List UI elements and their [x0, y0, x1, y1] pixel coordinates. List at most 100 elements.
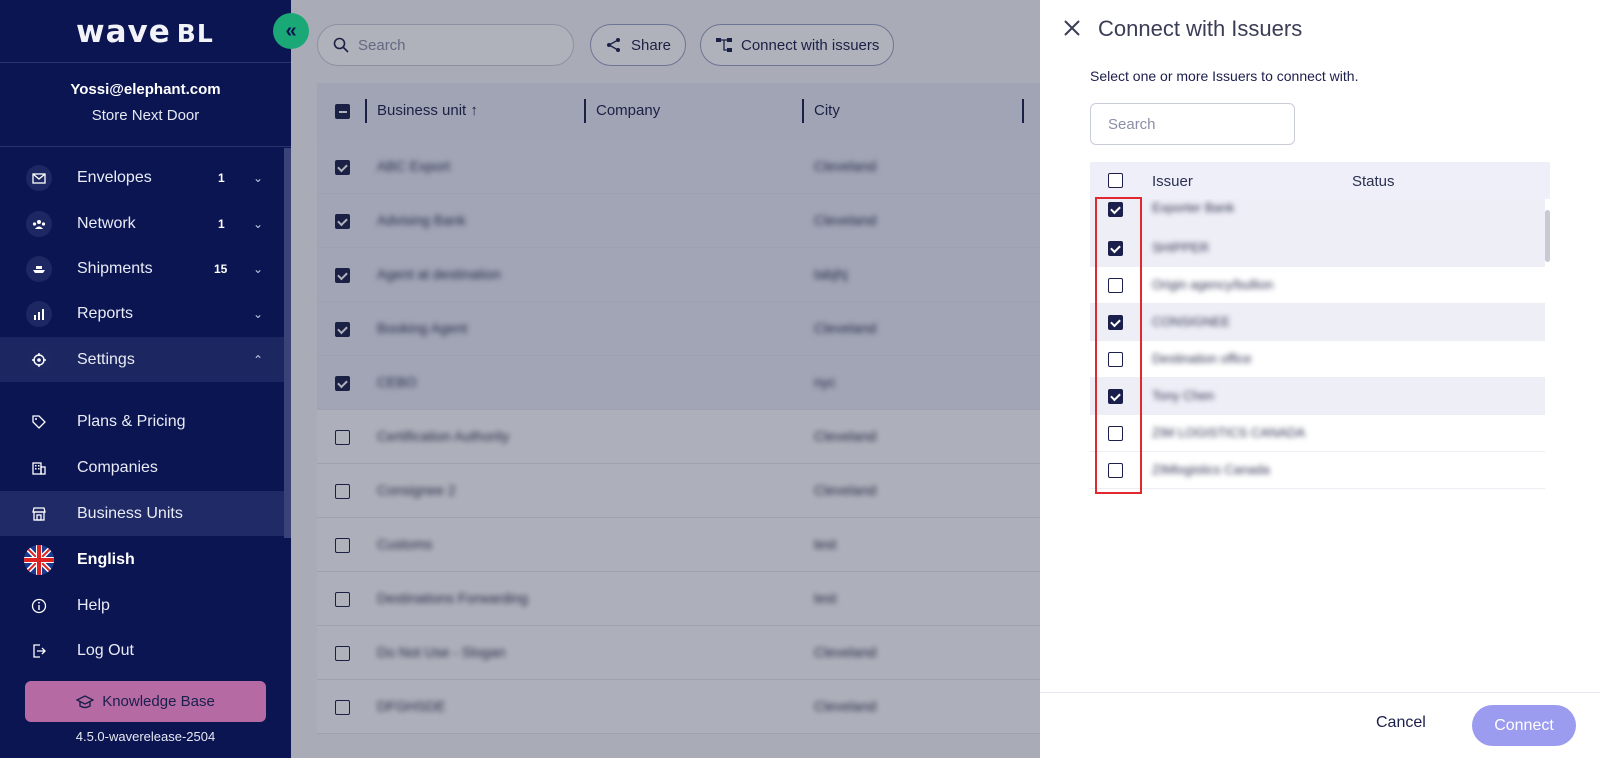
table-row[interactable]: Booking Agent Cleveland	[317, 302, 1040, 356]
row-checkbox[interactable]	[335, 214, 350, 229]
nav-count-badge: 1	[218, 170, 225, 185]
business-unit-cell: Destinations Forwarding	[377, 590, 528, 606]
language-selector[interactable]: English	[0, 537, 284, 582]
issuer-checkbox[interactable]	[1108, 202, 1123, 217]
row-checkbox[interactable]	[335, 430, 350, 445]
nav-item-business-units[interactable]: Business Units	[0, 491, 284, 536]
column-header-company[interactable]: Company	[596, 102, 660, 119]
row-checkbox[interactable]	[335, 538, 350, 553]
connect-button[interactable]: Connect	[1472, 705, 1576, 746]
table-row[interactable]: Destinations Forwarding test	[317, 572, 1040, 626]
nav-item-shipments[interactable]: Shipments 15 ⌄	[0, 246, 284, 291]
table-row[interactable]: CEBO nyc	[317, 356, 1040, 410]
double-chevron-left-icon: «	[285, 19, 297, 42]
nav-label: Network	[77, 214, 136, 232]
table-row[interactable]: Advising Bank Cleveland	[317, 194, 1040, 248]
nav-item-reports[interactable]: Reports ⌄	[0, 291, 284, 336]
column-separator	[584, 99, 586, 123]
chart-icon	[26, 300, 52, 327]
issuer-row[interactable]: Destination office	[1090, 341, 1545, 378]
knowledge-base-label: Knowledge Base	[102, 693, 215, 710]
column-header-issuer: Issuer	[1152, 173, 1193, 190]
nav-item-plans-pricing[interactable]: Plans & Pricing	[0, 399, 284, 444]
city-cell: test	[814, 590, 837, 606]
nav-item-settings[interactable]: Settings ⌃	[0, 337, 284, 382]
column-header-business-unit[interactable]: Business unit ↑	[377, 102, 478, 119]
knowledge-base-button[interactable]: Knowledge Base	[25, 681, 266, 722]
business-unit-cell: Agent at destination	[377, 266, 501, 282]
nav-item-companies[interactable]: Companies	[0, 445, 284, 490]
share-button[interactable]: Share	[590, 24, 687, 66]
cancel-button[interactable]: Cancel	[1376, 714, 1426, 732]
issuer-row[interactable]: ZIMlogistics Canada	[1090, 452, 1545, 489]
issuer-row[interactable]: ZIM LOGISTICS CANADA	[1090, 415, 1545, 452]
nav-item-help[interactable]: Help	[0, 583, 284, 628]
chevron-down-icon[interactable]: ⌄	[253, 171, 263, 185]
collapse-sidebar-button[interactable]: «	[273, 13, 309, 49]
app-logo: wave BL	[76, 14, 214, 50]
row-checkbox[interactable]	[335, 484, 350, 499]
uk-flag-icon	[24, 544, 54, 575]
close-icon[interactable]	[1060, 16, 1084, 40]
nav-item-envelopes[interactable]: Envelopes 1 ⌄	[0, 155, 284, 200]
row-checkbox[interactable]	[335, 160, 350, 175]
main-content: Search Share Connect with issuers Busine…	[291, 0, 1040, 758]
table-row[interactable]: Do Not Use - Slogan Cleveland	[317, 626, 1040, 680]
issuer-search-input[interactable]	[1090, 103, 1295, 145]
table-row[interactable]: Certification Authority Cleveland	[317, 410, 1040, 464]
sidebar-scrollbar[interactable]	[284, 148, 291, 538]
business-unit-cell: Consignee 2	[377, 482, 456, 498]
table-row[interactable]: DFGHSDE Cleveland	[317, 680, 1040, 734]
column-header-city[interactable]: City	[814, 102, 840, 119]
issuer-checkbox[interactable]	[1108, 463, 1123, 478]
row-checkbox[interactable]	[335, 592, 350, 607]
share-icon	[607, 38, 620, 52]
issuer-checkbox[interactable]	[1108, 389, 1123, 404]
row-checkbox[interactable]	[335, 700, 350, 715]
search-input[interactable]: Search	[317, 24, 574, 66]
chevron-up-icon[interactable]: ⌃	[253, 353, 263, 367]
chevron-down-icon[interactable]: ⌄	[253, 262, 263, 276]
connect-issuers-panel: Connect with Issuers Select one or more …	[1040, 0, 1600, 758]
issuer-row[interactable]: Origin agency/bullion	[1090, 267, 1545, 304]
row-checkbox[interactable]	[335, 268, 350, 283]
issuer-checkbox[interactable]	[1108, 278, 1123, 293]
search-icon	[333, 37, 349, 53]
city-cell: Cleveland	[814, 644, 877, 660]
issuer-checkbox[interactable]	[1108, 315, 1123, 330]
issuer-name: Destination office	[1152, 351, 1252, 366]
panel-subtitle: Select one or more Issuers to connect wi…	[1090, 68, 1359, 84]
row-checkbox[interactable]	[335, 376, 350, 391]
issuer-checkbox[interactable]	[1108, 352, 1123, 367]
issuer-checkbox[interactable]	[1108, 241, 1123, 256]
chevron-down-icon[interactable]: ⌄	[253, 217, 263, 231]
nav-label: Settings	[77, 350, 135, 368]
issuer-checkbox[interactable]	[1108, 426, 1123, 441]
hierarchy-icon	[716, 38, 732, 52]
row-checkbox[interactable]	[335, 646, 350, 661]
logout-icon	[26, 638, 52, 664]
table-row[interactable]: Consignee 2 Cleveland	[317, 464, 1040, 518]
nav-item-logout[interactable]: Log Out	[0, 628, 284, 673]
select-all-checkbox[interactable]	[335, 104, 350, 119]
issuer-name: SHIPPER	[1152, 240, 1210, 255]
issuer-row[interactable]: Tony Chen	[1090, 378, 1545, 415]
business-unit-cell: CEBO	[377, 374, 417, 390]
table-row[interactable]: ABC Export Cleveland	[317, 140, 1040, 194]
connect-with-issuers-button[interactable]: Connect with issuers	[700, 24, 895, 66]
table-row[interactable]: Customs test	[317, 518, 1040, 572]
chevron-down-icon[interactable]: ⌄	[253, 307, 263, 321]
city-cell: Cleveland	[814, 428, 877, 444]
table-row[interactable]: Agent at destination tabjhj	[317, 248, 1040, 302]
issuer-table-header: Issuer Status	[1090, 162, 1550, 199]
row-checkbox[interactable]	[335, 322, 350, 337]
issuer-row[interactable]: SHIPPER	[1090, 230, 1545, 267]
select-all-issuers-checkbox[interactable]	[1108, 173, 1123, 188]
city-cell: test	[814, 536, 837, 552]
issuer-list-scrollbar[interactable]	[1545, 210, 1550, 262]
nav-count-badge: 1	[218, 216, 225, 231]
city-cell: Cleveland	[814, 698, 877, 714]
nav-item-network[interactable]: Network 1 ⌄	[0, 201, 284, 246]
issuer-row[interactable]: CONSIGNEE	[1090, 304, 1545, 341]
column-separator	[1022, 99, 1024, 123]
